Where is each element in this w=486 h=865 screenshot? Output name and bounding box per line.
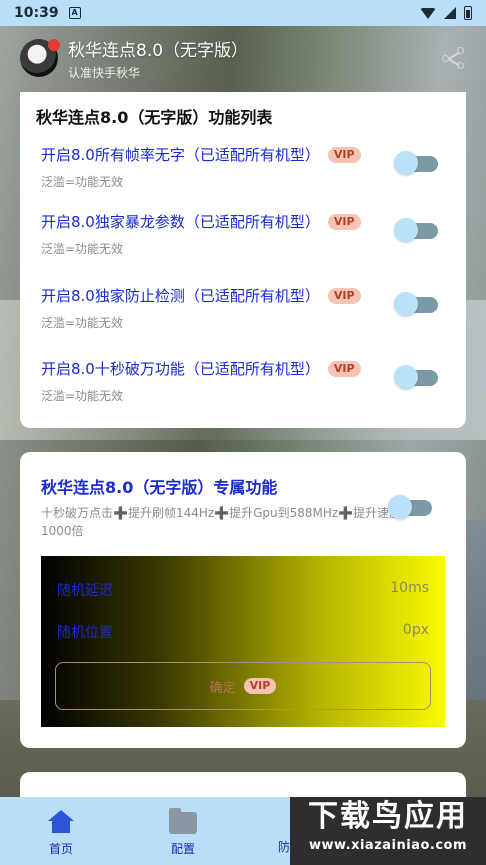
vip-badge: VIP: [243, 678, 277, 694]
feature-label: 开启8.0所有帧率无字（已适配所有机型）: [41, 146, 320, 164]
share-icon[interactable]: [440, 45, 466, 71]
feature-subtext: 泛滥=功能无效: [41, 242, 124, 256]
app-header: 秋华连点8.0（无字版） 认准快手秋华: [20, 34, 466, 82]
feature-description: 十秒破万点击➕提升刷帧144Hz➕提升Gpu到588MHz➕提升速度1000倍: [41, 506, 402, 538]
settings-panel: 随机延迟 10ms 随机位置 0px 确定 VIP: [41, 556, 445, 727]
feature-subtext: 泛滥=功能无效: [41, 316, 124, 330]
notification-dot: [48, 39, 60, 51]
nav-label: 首页: [48, 841, 73, 856]
status-time: 10:39: [14, 5, 59, 21]
nav-item-partial[interactable]: 防: [278, 838, 290, 855]
home-icon: [48, 809, 74, 834]
confirm-button[interactable]: 确定 VIP: [55, 662, 431, 710]
setting-value: 10ms: [390, 580, 429, 596]
setting-row-delay[interactable]: 随机延迟 10ms: [57, 580, 429, 600]
exclusive-feature-card: 秋华连点8.0（无字版）专属功能 十秒破万点击➕提升刷帧144Hz➕提升Gpu到…: [20, 452, 466, 748]
wifi-icon: [420, 7, 436, 19]
feature-label: 开启8.0十秒破万功能（已适配所有机型）: [41, 360, 320, 378]
nav-item-config[interactable]: 配置: [122, 797, 244, 865]
nav-label: 配置: [170, 841, 195, 856]
app-title: 秋华连点8.0（无字版）: [68, 40, 249, 61]
card-title: 秋华连点8.0（无字版）专属功能: [41, 478, 278, 497]
feature-toggle[interactable]: [394, 218, 438, 242]
exclusive-toggle[interactable]: [388, 495, 432, 519]
vip-badge: VIP: [327, 213, 361, 230]
folder-icon: [169, 807, 197, 834]
feature-label: 开启8.0独家暴龙参数（已适配所有机型）: [41, 213, 320, 231]
watermark-logo: 下载鸟应用 www.xiazainiao.com: [290, 797, 486, 865]
vip-badge: VIP: [327, 360, 361, 377]
feature-label: 开启8.0独家防止检测（已适配所有机型）: [41, 287, 320, 305]
vip-badge: VIP: [327, 146, 361, 163]
watermark-title: 下载鸟应用: [308, 799, 468, 834]
feature-list-card: 秋华连点8.0（无字版）功能列表 开启8.0所有帧率无字（已适配所有机型） VIP…: [20, 92, 466, 428]
setting-key: 随机位置: [57, 625, 113, 641]
signal-icon: [444, 7, 456, 19]
feature-toggle[interactable]: [394, 292, 438, 316]
app-subtitle: 认准快手秋华: [68, 65, 141, 80]
card-title: 秋华连点8.0（无字版）功能列表: [36, 108, 273, 127]
confirm-label: 确定: [209, 680, 236, 696]
feature-toggle[interactable]: [394, 151, 438, 175]
status-bar: 10:39 A: [0, 0, 486, 26]
setting-value: 0px: [402, 622, 429, 638]
setting-row-position[interactable]: 随机位置 0px: [57, 622, 429, 642]
feature-item: 开启8.0独家防止检测（已适配所有机型） VIP 泛滥=功能无效: [41, 285, 450, 345]
vip-badge: VIP: [327, 287, 361, 304]
feature-toggle[interactable]: [394, 365, 438, 389]
feature-item: 开启8.0所有帧率无字（已适配所有机型） VIP 泛滥=功能无效: [41, 144, 450, 204]
watermark-url: www.xiazainiao.com: [308, 838, 468, 853]
feature-item: 开启8.0独家暴龙参数（已适配所有机型） VIP 泛滥=功能无效: [41, 211, 450, 271]
notification-icon: A: [68, 7, 81, 19]
feature-subtext: 泛滥=功能无效: [41, 175, 124, 189]
setting-key: 随机延迟: [57, 583, 113, 599]
battery-icon: [464, 6, 472, 20]
avatar[interactable]: [20, 39, 60, 77]
feature-subtext: 泛滥=功能无效: [41, 389, 124, 403]
feature-item: 开启8.0十秒破万功能（已适配所有机型） VIP 泛滥=功能无效: [41, 358, 450, 418]
nav-item-home[interactable]: 首页: [0, 797, 122, 865]
